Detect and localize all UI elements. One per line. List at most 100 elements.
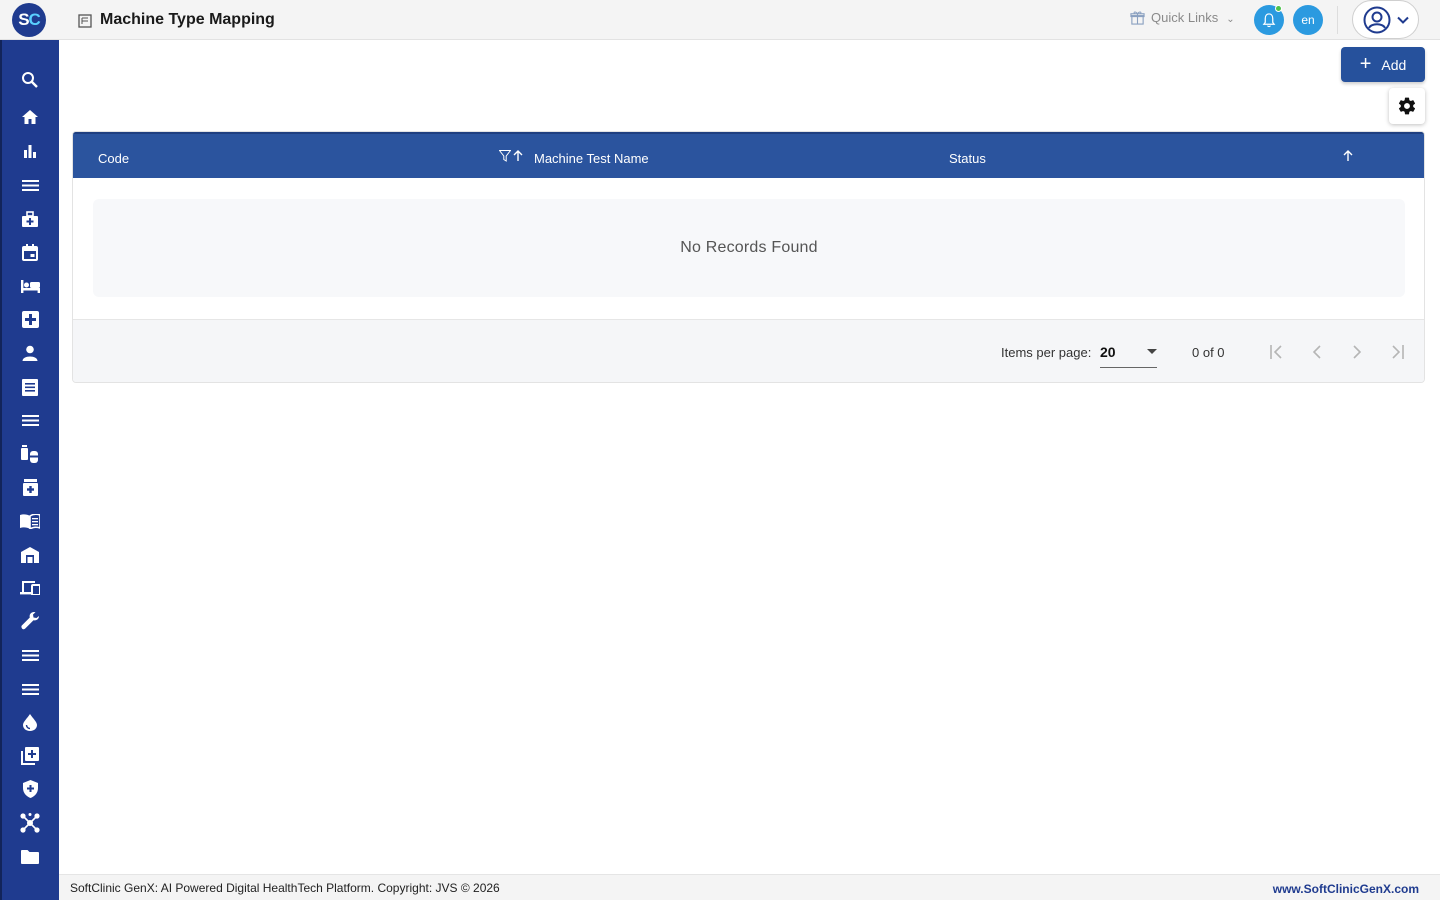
add-button-label: Add xyxy=(1381,56,1407,73)
sort-button[interactable] xyxy=(1343,150,1353,165)
sidebar xyxy=(0,40,59,900)
bar-chart-icon xyxy=(24,145,36,158)
caret-down-icon xyxy=(1147,348,1157,354)
sidebar-item-search[interactable] xyxy=(16,66,44,94)
bell-icon xyxy=(1262,12,1276,27)
quick-links-label: Quick Links xyxy=(1151,10,1219,25)
sidebar-item-devices[interactable] xyxy=(16,574,44,602)
top-bar: SC Machine Type Mapping Quick Links ⌄ en xyxy=(0,0,1440,40)
footer-website-link[interactable]: www.SoftClinicGenX.com xyxy=(1273,882,1419,896)
page-range: 0 of 0 xyxy=(1192,345,1225,360)
column-header-code[interactable]: Code xyxy=(98,151,129,166)
menu-icon xyxy=(21,179,39,191)
calendar-icon xyxy=(22,243,38,261)
menu-icon xyxy=(21,683,39,695)
home-icon xyxy=(22,110,38,124)
sidebar-item-documents[interactable] xyxy=(16,373,44,401)
sidebar-item-bed[interactable] xyxy=(16,272,44,300)
column-filter-sort[interactable] xyxy=(499,150,523,162)
last-page-icon xyxy=(1392,345,1404,359)
sidebar-item-reports[interactable] xyxy=(16,137,44,165)
sidebar-item-library[interactable] xyxy=(16,507,44,535)
sidebar-item-store[interactable] xyxy=(16,541,44,569)
column-header-status[interactable]: Status xyxy=(949,151,986,166)
sidebar-item-files[interactable] xyxy=(16,843,44,871)
search-icon xyxy=(22,72,38,88)
previous-page-button[interactable] xyxy=(1305,340,1329,364)
sidebar-item-menu-3[interactable] xyxy=(16,641,44,669)
app-logo[interactable]: SC xyxy=(12,3,46,37)
sidebar-item-medical-bag[interactable] xyxy=(16,205,44,233)
plus-icon: + xyxy=(1359,52,1372,75)
add-box-icon xyxy=(21,747,39,765)
store-icon xyxy=(21,547,39,563)
document-icon xyxy=(22,378,38,396)
items-per-page-select[interactable]: 20 xyxy=(1100,336,1157,368)
sidebar-item-menu-2[interactable] xyxy=(16,406,44,434)
table-header: Code Machine Test Name Status xyxy=(73,132,1424,178)
chevron-right-icon xyxy=(1353,345,1362,359)
gear-icon xyxy=(1398,97,1416,115)
medical-cross-icon xyxy=(21,310,39,328)
folder-icon xyxy=(21,850,39,864)
shield-icon xyxy=(22,780,38,798)
sidebar-item-medical[interactable] xyxy=(16,305,44,333)
add-button[interactable]: + Add xyxy=(1341,47,1425,82)
filter-icon xyxy=(499,150,511,162)
medication-icon xyxy=(21,445,38,463)
sidebar-item-home[interactable] xyxy=(16,103,44,131)
notifications-button[interactable] xyxy=(1254,5,1284,35)
settings-button[interactable] xyxy=(1389,88,1425,124)
quick-links-menu[interactable]: Quick Links ⌄ xyxy=(1130,10,1235,25)
sidebar-item-medication[interactable] xyxy=(16,440,44,468)
blood-drop-icon xyxy=(23,713,37,731)
sidebar-item-integrations[interactable] xyxy=(16,809,44,837)
header-divider xyxy=(1337,6,1338,34)
chevron-down-icon xyxy=(1396,16,1409,24)
avatar-icon xyxy=(1363,6,1390,33)
sidebar-item-calendar[interactable] xyxy=(16,238,44,266)
wrench-icon xyxy=(21,612,39,630)
empty-state: No Records Found xyxy=(93,199,1405,297)
sidebar-item-blood-bank[interactable] xyxy=(16,708,44,736)
gift-icon xyxy=(1130,11,1145,25)
page-title: Machine Type Mapping xyxy=(100,11,275,28)
book-icon xyxy=(20,513,40,529)
page-icon xyxy=(78,14,92,28)
arrow-up-icon xyxy=(1343,150,1353,161)
footer: SoftClinic GenX: AI Powered Digital Heal… xyxy=(59,874,1440,900)
items-per-page-value: 20 xyxy=(1100,343,1116,360)
data-table: Code Machine Test Name Status No Records… xyxy=(72,131,1425,383)
first-page-icon xyxy=(1270,345,1282,359)
sidebar-item-pharmacy[interactable] xyxy=(16,473,44,501)
language-button[interactable]: en xyxy=(1293,5,1323,35)
logo-letter-c: C xyxy=(28,10,41,29)
pharmacy-icon xyxy=(22,478,38,496)
devices-icon xyxy=(20,581,40,595)
sidebar-item-tools[interactable] xyxy=(16,607,44,635)
logo-letter-s: S xyxy=(18,10,29,29)
next-page-button[interactable] xyxy=(1345,340,1369,364)
column-header-machine-test-name[interactable]: Machine Test Name xyxy=(534,151,649,166)
profile-menu[interactable] xyxy=(1352,0,1419,39)
sidebar-item-add-service[interactable] xyxy=(16,742,44,770)
notification-dot xyxy=(1275,5,1282,12)
chevron-left-icon xyxy=(1312,345,1321,359)
sidebar-item-menu-4[interactable] xyxy=(16,675,44,703)
hub-icon xyxy=(20,813,40,833)
sidebar-item-menu-1[interactable] xyxy=(16,171,44,199)
paginator: Items per page: 20 0 of 0 xyxy=(73,319,1424,382)
medical-bag-icon xyxy=(22,210,38,227)
sidebar-item-patient[interactable] xyxy=(16,339,44,367)
sidebar-item-insurance[interactable] xyxy=(16,775,44,803)
last-page-button[interactable] xyxy=(1385,340,1409,364)
items-per-page-label: Items per page: xyxy=(1001,345,1092,360)
chevron-down-icon: ⌄ xyxy=(1226,13,1235,25)
bed-icon xyxy=(20,279,40,293)
person-icon xyxy=(22,345,38,361)
first-page-button[interactable] xyxy=(1265,340,1289,364)
arrow-up-icon xyxy=(513,150,523,161)
menu-icon xyxy=(21,414,39,426)
footer-copyright: SoftClinic GenX: AI Powered Digital Heal… xyxy=(70,881,500,895)
menu-icon xyxy=(21,649,39,661)
